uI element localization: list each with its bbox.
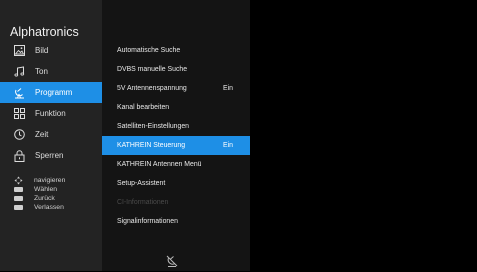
submenu-item-label: CI-Informationen	[117, 199, 169, 206]
menu-item-label: Zeit	[35, 130, 49, 139]
menu-item-label: Funktion	[35, 109, 66, 118]
submenu-item-label: DVBS manuelle Suche	[117, 66, 188, 73]
submenu-item-label: 5V Antennenspannung	[117, 85, 187, 92]
submenu-item-value: Ein	[223, 85, 233, 92]
hint-exit: Verlassen	[12, 203, 65, 212]
submenu-item-kanal-bearbeiten[interactable]: Kanal bearbeiten	[102, 98, 250, 117]
submenu-item-label: Kanal bearbeiten	[117, 104, 170, 111]
submenu-item-label: Setup-Assistent	[117, 180, 166, 187]
menu-item-zeit[interactable]: Zeit	[0, 124, 102, 145]
submenu-item-setup-assistent[interactable]: Setup-Assistent	[102, 174, 250, 193]
submenu-item-dvbs-manuelle-suche[interactable]: DVBS manuelle Suche	[102, 60, 250, 79]
submenu-item-label: KATHREIN Steuerung	[117, 142, 186, 149]
submenu-item-satelliten-einstellungen[interactable]: Satelliten-Einstellungen	[102, 117, 250, 136]
exit-key-icon	[12, 205, 24, 210]
grid-icon	[13, 108, 25, 120]
clock-icon	[13, 129, 25, 141]
menu-item-bild[interactable]: Bild	[0, 40, 102, 61]
antenna-icon	[13, 87, 25, 99]
dpad-icon	[12, 176, 24, 185]
menu-item-label: Bild	[35, 46, 49, 55]
submenu-item-antennenspannung[interactable]: 5V Antennenspannung Ein	[102, 79, 250, 98]
submenu-list: Automatische Suche DVBS manuelle Suche 5…	[102, 41, 250, 231]
hint-label: Wählen	[34, 186, 58, 193]
back-key-icon	[12, 196, 24, 201]
menu-item-label: Sperren	[35, 151, 64, 160]
submenu-item-value: Ein	[223, 142, 233, 149]
picture-icon	[13, 45, 25, 57]
submenu-item-label: KATHREIN Antennen Menü	[117, 161, 202, 168]
ok-key-icon	[12, 187, 24, 192]
brand-title: Alphatronics	[10, 25, 79, 39]
submenu-item-label: Signalinformationen	[117, 218, 178, 225]
key-hints: navigieren Wählen Zurück Verlassen	[12, 176, 65, 212]
hint-label: Zurück	[34, 195, 55, 202]
submenu-item-kathrein-antennen-menu[interactable]: KATHREIN Antennen Menü	[102, 155, 250, 174]
submenu-item-ci-informationen: CI-Informationen	[102, 193, 250, 212]
hint-label: Verlassen	[34, 204, 64, 211]
menu-item-funktion[interactable]: Funktion	[0, 103, 102, 124]
hint-back: Zurück	[12, 194, 65, 203]
hint-select: Wählen	[12, 185, 65, 194]
submenu-item-automatische-suche[interactable]: Automatische Suche	[102, 41, 250, 60]
submenu-item-kathrein-steuerung[interactable]: KATHREIN Steuerung Ein	[102, 136, 250, 155]
menu-item-programm[interactable]: Programm	[0, 82, 102, 103]
menu-item-label: Ton	[35, 67, 48, 76]
music-note-icon	[13, 66, 25, 78]
submenu-item-label: Satelliten-Einstellungen	[117, 123, 190, 130]
hint-navigate: navigieren	[12, 176, 65, 185]
main-menu: Bild Ton Programm Funktion Zeit Sperren	[0, 40, 102, 166]
menu-item-sperren[interactable]: Sperren	[0, 145, 102, 166]
submenu-item-label: Automatische Suche	[117, 47, 181, 54]
hint-label: navigieren	[34, 177, 66, 184]
menu-item-label: Programm	[35, 88, 73, 97]
no-signal-antenna-icon	[166, 254, 178, 272]
menu-item-ton[interactable]: Ton	[0, 61, 102, 82]
lock-icon	[13, 149, 25, 162]
submenu-item-signalinformationen[interactable]: Signalinformationen	[102, 212, 250, 231]
